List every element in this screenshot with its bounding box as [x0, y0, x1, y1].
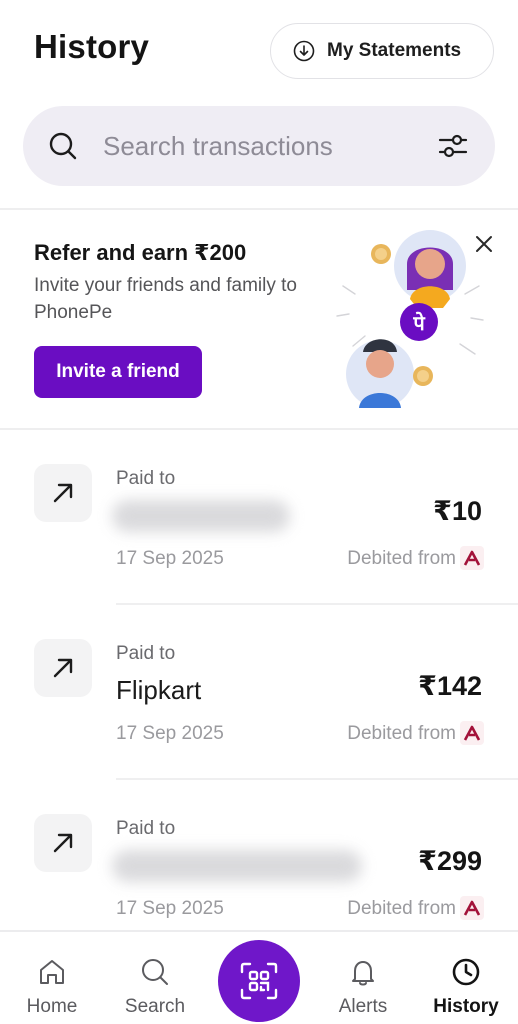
refer-title: Refer and earn ₹200 — [34, 240, 247, 265]
nav-alerts-label: Alerts — [338, 996, 388, 1017]
arrow-up-right-icon — [34, 814, 92, 872]
bank-logo-icon — [460, 896, 484, 920]
debited-from-label: Debited from — [347, 723, 456, 744]
download-icon — [293, 40, 315, 62]
search-icon — [49, 132, 77, 160]
nav-alerts[interactable]: Alerts — [313, 932, 413, 1024]
invite-friend-button[interactable]: Invite a friend — [34, 346, 202, 398]
nav-search[interactable]: Search — [105, 932, 205, 1024]
home-icon — [40, 960, 64, 984]
filter-icon[interactable] — [437, 130, 469, 162]
bottom-nav: Home Search Alerts History — [0, 930, 518, 1024]
debited-from-label: Debited from — [347, 898, 456, 919]
refer-subtitle: Invite your friends and family to PhoneP… — [34, 275, 297, 323]
redacted-name — [112, 500, 290, 532]
transaction-row[interactable]: Paid to ₹10 17 Sep 2025 Debited from — [0, 430, 518, 605]
header: History My Statements — [0, 0, 518, 90]
clock-icon — [452, 958, 480, 986]
transaction-row[interactable]: Paid to ₹299 17 Sep 2025 Debited from — [0, 780, 518, 955]
bank-logo-icon — [460, 721, 484, 745]
transaction-payee: Flipkart — [116, 675, 202, 705]
transaction-amount: ₹10 — [433, 496, 482, 526]
phonepe-logo: पे — [412, 311, 426, 335]
transaction-label: Paid to — [116, 468, 176, 489]
search-bar[interactable] — [23, 106, 495, 186]
qr-scan-icon — [240, 962, 278, 1000]
transaction-date: 17 Sep 2025 — [116, 723, 224, 744]
bell-icon — [352, 961, 374, 986]
refer-card: Refer and earn ₹200 Invite your friends … — [0, 210, 518, 428]
redacted-name — [112, 850, 362, 882]
transaction-date: 17 Sep 2025 — [116, 898, 224, 919]
transaction-label: Paid to — [116, 643, 176, 664]
transaction-amount: ₹299 — [418, 846, 482, 876]
nav-history[interactable]: History — [416, 932, 516, 1024]
arrow-up-right-icon — [34, 464, 92, 522]
scan-qr-button[interactable] — [218, 940, 300, 1022]
transaction-date: 17 Sep 2025 — [116, 548, 224, 569]
my-statements-button[interactable]: My Statements — [270, 23, 494, 79]
search-icon — [142, 959, 168, 985]
nav-search-label: Search — [124, 996, 186, 1017]
bank-logo-icon — [460, 546, 484, 570]
my-statements-label: My Statements — [327, 40, 462, 61]
page-title: History — [34, 28, 150, 65]
nav-home[interactable]: Home — [2, 932, 102, 1024]
transaction-row[interactable]: Paid to Flipkart ₹142 17 Sep 2025 Debite… — [0, 605, 518, 780]
nav-history-label: History — [433, 996, 499, 1017]
nav-home-label: Home — [26, 996, 78, 1017]
arrow-up-right-icon — [34, 639, 92, 697]
transaction-amount: ₹142 — [418, 671, 482, 701]
search-input[interactable] — [103, 126, 353, 166]
debited-from-label: Debited from — [347, 548, 456, 569]
transaction-label: Paid to — [116, 818, 176, 839]
referral-illustration: पे — [336, 230, 484, 408]
